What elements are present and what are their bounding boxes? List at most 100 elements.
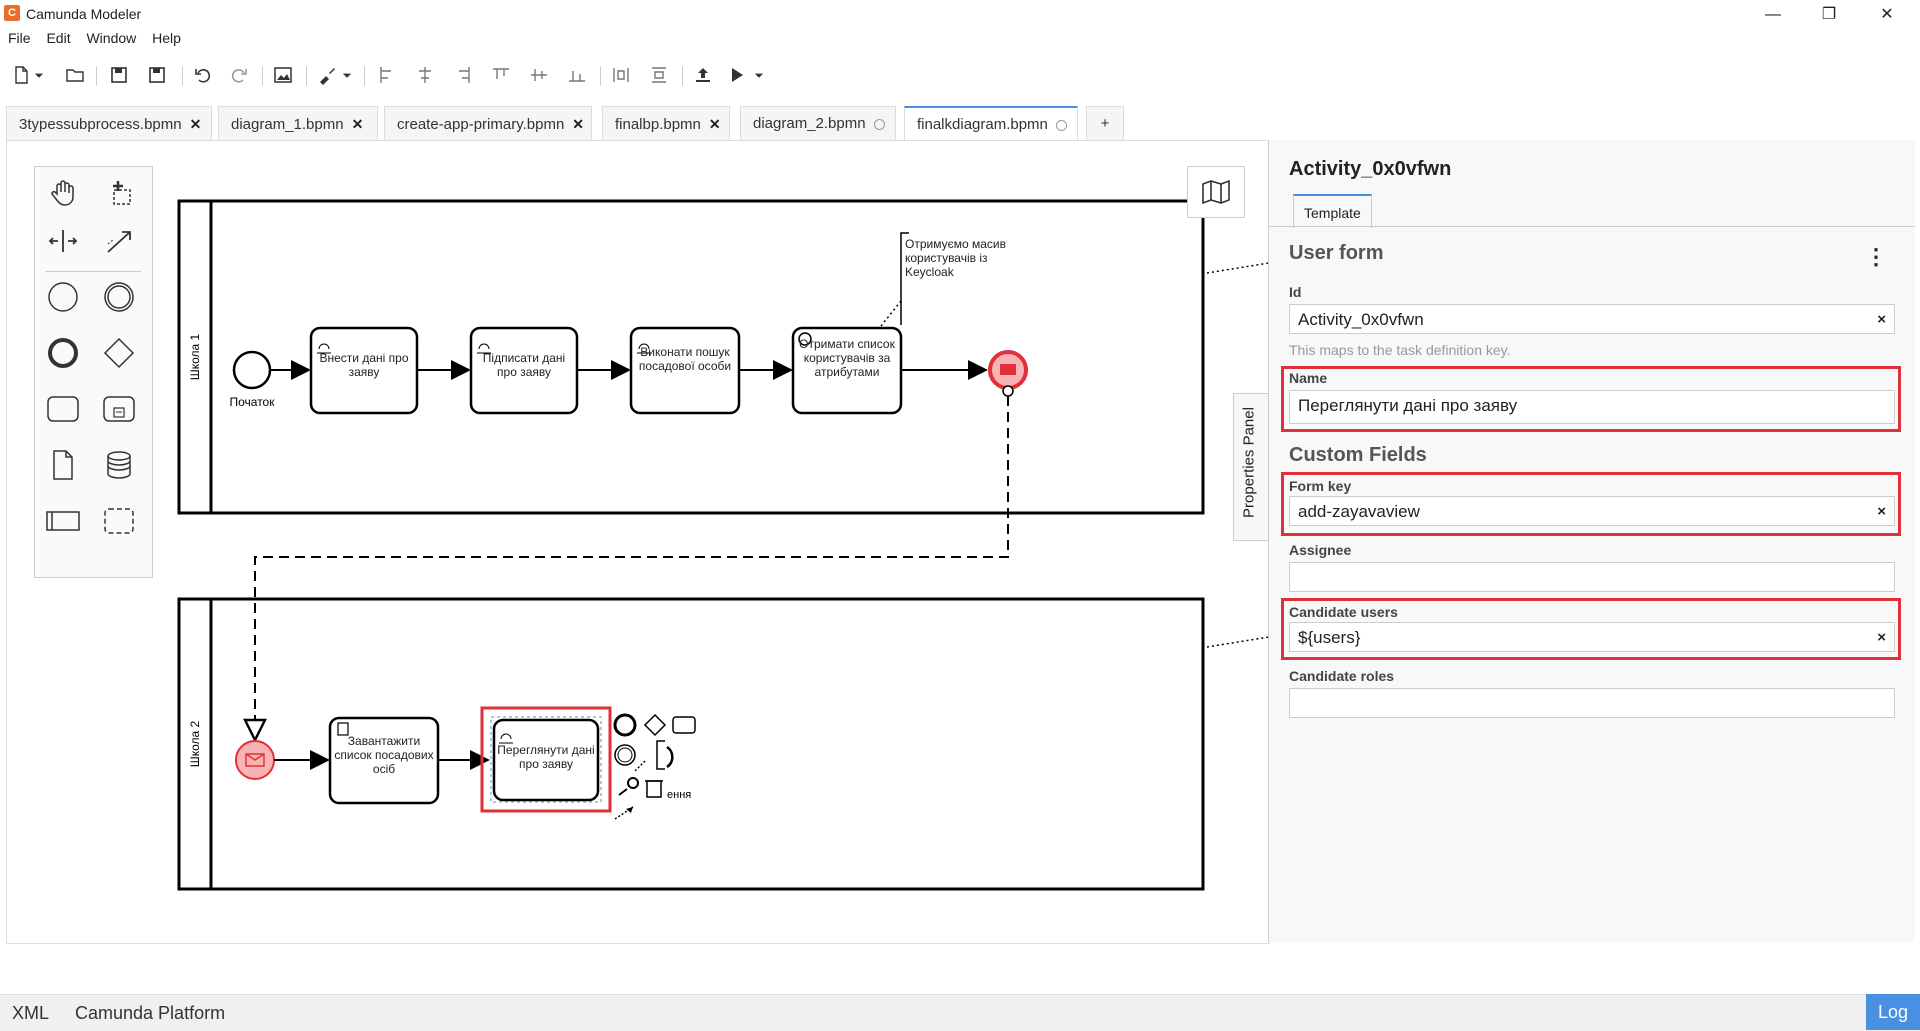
- create-intermediate-event-icon[interactable]: [99, 277, 139, 317]
- clear-icon[interactable]: ×: [1877, 305, 1886, 335]
- start-instance-icon[interactable]: [724, 62, 750, 88]
- create-data-object-icon[interactable]: [43, 445, 83, 485]
- deploy-icon[interactable]: [690, 62, 716, 88]
- lasso-tool-icon[interactable]: [99, 173, 139, 213]
- context-pad[interactable]: ення: [613, 713, 696, 820]
- id-field[interactable]: Activity_0x0vfwn ×: [1289, 304, 1895, 334]
- xml-tab[interactable]: XML: [12, 1003, 49, 1024]
- align-left-icon[interactable]: [374, 62, 400, 88]
- bpmn-canvas[interactable]: Школа 1 Школа 2 Початок Внести дані про …: [6, 140, 1270, 944]
- create-start-event-icon[interactable]: [43, 277, 83, 317]
- properties-panel: Activity_0x0vfwn Template User form ⋮ Id…: [1268, 140, 1915, 942]
- close-tab-icon[interactable]: ✕: [352, 116, 364, 132]
- engine-label[interactable]: Camunda Platform: [75, 1003, 225, 1024]
- color-brush-icon[interactable]: [314, 62, 340, 88]
- more-options-icon[interactable]: ⋮: [1865, 244, 1887, 270]
- bpmn-diagram[interactable]: Школа 1 Школа 2 Початок Внести дані про …: [7, 141, 1269, 943]
- text-annotation[interactable]: Отримуємо масив користувачів із Keycloak: [905, 237, 1015, 279]
- map-icon: [1202, 179, 1230, 205]
- tab-diagram-1[interactable]: diagram_1.bpmn ✕: [218, 106, 378, 140]
- task-sign-data[interactable]: Підписати дані про заяву: [469, 326, 579, 415]
- unsaved-indicator-icon: [873, 118, 885, 130]
- hand-tool-icon[interactable]: [43, 173, 83, 213]
- new-file-icon[interactable]: [8, 62, 34, 88]
- align-center-icon[interactable]: [412, 62, 438, 88]
- create-subprocess-icon[interactable]: [99, 389, 139, 429]
- chevron-down-icon[interactable]: [340, 62, 354, 88]
- close-window-button[interactable]: ✕: [1864, 2, 1910, 28]
- menu-edit[interactable]: Edit: [46, 30, 70, 46]
- window-title: Camunda Modeler: [26, 6, 142, 22]
- distribute-horizontal-icon[interactable]: [608, 62, 634, 88]
- delete-trash-icon[interactable]: [646, 780, 662, 798]
- start-event-label: Початок: [230, 395, 276, 409]
- tool-palette: [34, 166, 153, 578]
- create-data-store-icon[interactable]: [99, 445, 139, 485]
- text-annotation-icon[interactable]: [656, 740, 665, 770]
- chevron-down-icon[interactable]: [752, 62, 766, 88]
- redo-icon[interactable]: [226, 62, 252, 88]
- minimap-toggle-button[interactable]: [1187, 166, 1245, 218]
- task-enter-data[interactable]: Внести дані про заяву: [309, 326, 419, 415]
- task-get-users[interactable]: Отримати список користувачів за атрибута…: [791, 326, 903, 415]
- align-right-icon[interactable]: [450, 62, 476, 88]
- tab-finalkdiagram[interactable]: finalkdiagram.bpmn: [904, 106, 1078, 140]
- task-label: Підписати дані про заяву: [482, 351, 566, 379]
- chevron-down-icon[interactable]: [32, 62, 46, 88]
- create-end-event-icon[interactable]: [43, 333, 83, 373]
- restore-button[interactable]: ❐: [1806, 2, 1852, 28]
- append-gateway-icon[interactable]: [643, 713, 667, 737]
- create-group-icon[interactable]: [99, 501, 139, 541]
- highlight-box-name: [1281, 366, 1901, 432]
- lane-2-label: Школа 2: [188, 720, 202, 767]
- create-pool-icon[interactable]: [43, 501, 83, 541]
- space-tool-icon[interactable]: [43, 221, 83, 261]
- align-bottom-icon[interactable]: [564, 62, 590, 88]
- task-label: Завантажити список посадових осіб: [334, 734, 434, 776]
- candidate-roles-field[interactable]: [1289, 688, 1895, 718]
- append-task-icon[interactable]: [672, 716, 696, 734]
- group-user-form-heading: User form: [1289, 242, 1384, 264]
- save-as-icon[interactable]: [144, 62, 170, 88]
- change-type-icon[interactable]: [627, 777, 639, 789]
- tab-finalbp[interactable]: finalbp.bpmn ✕: [602, 106, 730, 140]
- properties-panel-toggle[interactable]: Properties Panel: [1233, 393, 1269, 541]
- context-pad-label: ення: [667, 789, 691, 801]
- toolbar: [0, 58, 1920, 92]
- log-button[interactable]: Log: [1866, 994, 1920, 1030]
- close-tab-icon[interactable]: ✕: [190, 116, 202, 132]
- assignee-field[interactable]: [1289, 562, 1895, 592]
- save-icon[interactable]: [106, 62, 132, 88]
- undo-icon[interactable]: [190, 62, 216, 88]
- menu-window[interactable]: Window: [86, 30, 136, 46]
- start-event[interactable]: [232, 350, 272, 390]
- task-view-application[interactable]: Переглянути дані про заяву: [480, 706, 612, 813]
- distribute-vertical-icon[interactable]: [646, 62, 672, 88]
- task-load-officials[interactable]: Завантажити список посадових осіб: [328, 716, 440, 805]
- global-connect-tool-icon[interactable]: [99, 221, 139, 261]
- tab-diagram-2[interactable]: diagram_2.bpmn: [740, 106, 896, 140]
- tab-template[interactable]: Template: [1293, 194, 1372, 228]
- export-image-icon[interactable]: [270, 62, 296, 88]
- menu-help[interactable]: Help: [152, 30, 181, 46]
- task-search-official[interactable]: Виконати пошук посадової особи: [629, 326, 741, 415]
- id-hint: This maps to the task definition key.: [1289, 342, 1511, 358]
- menu-bar: File Edit Window Help: [0, 30, 185, 52]
- create-task-icon[interactable]: [43, 389, 83, 429]
- title-bar: C Camunda Modeler — ❐ ✕: [0, 0, 1920, 28]
- create-gateway-icon[interactable]: [99, 333, 139, 373]
- task-label: Отримати список користувачів за атрибута…: [799, 337, 895, 379]
- minimize-button[interactable]: —: [1750, 2, 1796, 28]
- close-tab-icon[interactable]: ✕: [572, 116, 584, 132]
- align-top-icon[interactable]: [488, 62, 514, 88]
- tab-3typessubprocess[interactable]: 3typessubprocess.bpmn ✕: [6, 106, 212, 140]
- append-end-event-icon[interactable]: [613, 713, 637, 737]
- add-tab-button[interactable]: +: [1086, 106, 1124, 140]
- lane-1-label: Школа 1: [188, 333, 202, 380]
- menu-file[interactable]: File: [8, 30, 31, 46]
- task-label: Переглянути дані про заяву: [497, 743, 595, 771]
- align-middle-icon[interactable]: [526, 62, 552, 88]
- close-tab-icon[interactable]: ✕: [709, 116, 721, 132]
- tab-create-app-primary[interactable]: create-app-primary.bpmn ✕: [384, 106, 592, 140]
- open-folder-icon[interactable]: [62, 62, 88, 88]
